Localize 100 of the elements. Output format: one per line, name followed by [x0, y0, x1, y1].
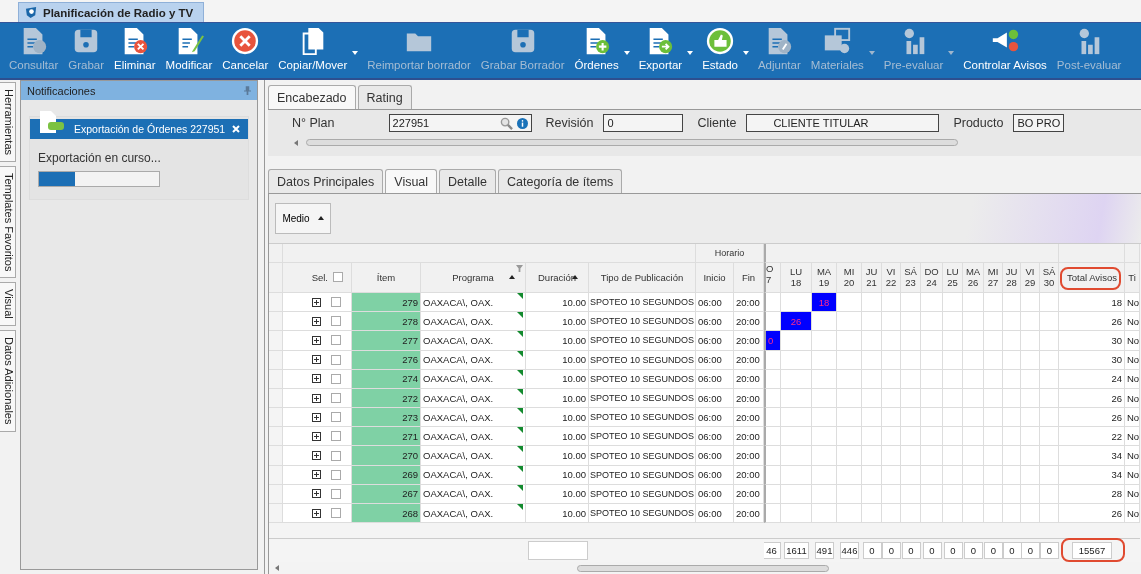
- column-header[interactable]: Total Avisos: [1067, 272, 1117, 283]
- input-field[interactable]: CLIENTE TITULAR: [746, 114, 940, 132]
- side-tab[interactable]: Templates Favoritos: [0, 166, 16, 279]
- group-by-button[interactable]: Medio: [275, 203, 331, 234]
- expand-icon[interactable]: [312, 374, 321, 384]
- expand-icon[interactable]: [312, 470, 321, 480]
- expand-icon[interactable]: [312, 355, 321, 365]
- pin-icon[interactable]: [244, 86, 251, 95]
- checkbox[interactable]: [331, 469, 341, 480]
- table-cell: [943, 484, 963, 505]
- scrollbar-thumb[interactable]: [306, 139, 958, 146]
- toolbar-button[interactable]: Exportar: [633, 23, 688, 71]
- scroll-left-icon[interactable]: [275, 565, 279, 572]
- row-header[interactable]: [269, 350, 283, 370]
- toolbar-button[interactable]: Cancelar: [217, 23, 274, 71]
- table-cell: [837, 408, 862, 428]
- tab[interactable]: Encabezado: [268, 85, 356, 109]
- scroll-left-icon[interactable]: [294, 139, 298, 146]
- table-cell: [963, 504, 984, 524]
- expand-icon[interactable]: [312, 431, 321, 441]
- table-cell: 30: [1059, 331, 1125, 351]
- row-header[interactable]: [269, 312, 283, 332]
- column-header[interactable]: Inicio: [696, 263, 734, 293]
- table-cell: [1003, 504, 1021, 524]
- caret-icon[interactable]: [687, 51, 694, 55]
- input-field[interactable]: BO PRO: [1013, 114, 1065, 132]
- summary-cell: 0: [862, 541, 882, 559]
- side-tab[interactable]: Herramientas: [0, 82, 16, 163]
- table-cell: OAXACA\, OAX.: [421, 446, 526, 466]
- caret-icon[interactable]: [623, 51, 630, 55]
- expand-icon[interactable]: [312, 316, 321, 326]
- row-header[interactable]: [269, 465, 283, 485]
- row-header[interactable]: [269, 388, 283, 409]
- toolbar-button[interactable]: Modificar: [160, 23, 218, 71]
- row-header[interactable]: [269, 504, 283, 524]
- day-header: SÁ 30: [1040, 263, 1059, 293]
- checkbox[interactable]: [331, 316, 341, 327]
- row-header[interactable]: [269, 369, 283, 389]
- table-cell: [921, 504, 943, 524]
- search-icon[interactable]: [499, 116, 513, 130]
- tab[interactable]: Visual: [385, 169, 438, 193]
- side-tab[interactable]: Datos Adicionales: [0, 330, 16, 432]
- row-header[interactable]: [269, 446, 283, 466]
- checkbox[interactable]: [331, 335, 341, 346]
- column-header[interactable]: Duración: [526, 263, 589, 293]
- toolbar-button[interactable]: Copiar/Mover: [273, 23, 353, 71]
- toolbar-button[interactable]: Eliminar: [109, 23, 161, 71]
- input-field[interactable]: 0: [603, 114, 684, 132]
- checkbox[interactable]: [331, 431, 341, 442]
- checkbox[interactable]: [331, 354, 341, 365]
- row-header[interactable]: [269, 408, 283, 428]
- table-cell: SPOTEO 10 SEGUNDOS: [589, 504, 696, 524]
- column-header[interactable]: Programa: [421, 263, 526, 293]
- tab[interactable]: Categoría de ítems: [498, 169, 623, 193]
- caret-icon[interactable]: [352, 51, 359, 55]
- side-tab[interactable]: Visual: [0, 282, 16, 327]
- scrollbar-thumb[interactable]: [577, 564, 829, 572]
- row-header[interactable]: [269, 293, 283, 313]
- thumbs-up-icon: [705, 26, 736, 56]
- toolbar-button[interactable]: Órdenes: [569, 23, 624, 71]
- tab[interactable]: Rating: [357, 85, 412, 109]
- column-header: Sel.: [311, 272, 328, 283]
- checkbox[interactable]: [331, 393, 341, 403]
- checkbox[interactable]: [331, 373, 341, 384]
- expand-icon[interactable]: [312, 489, 321, 499]
- close-icon[interactable]: [232, 125, 240, 133]
- app-tab[interactable]: Planificación de Radio y TV: [18, 2, 205, 22]
- row-header[interactable]: [269, 331, 283, 351]
- checkbox[interactable]: [331, 412, 341, 423]
- toolbar-button[interactable]: Controlar Avisos: [958, 23, 1052, 71]
- caret-icon[interactable]: [742, 51, 749, 55]
- checkbox[interactable]: [331, 488, 341, 499]
- table-cell: [1021, 312, 1040, 332]
- toolbar-button[interactable]: Estado: [697, 23, 743, 71]
- checkbox[interactable]: [331, 450, 341, 461]
- expand-icon[interactable]: [312, 335, 321, 345]
- table-cell: [1003, 484, 1021, 505]
- table-cell: [781, 331, 812, 351]
- checkbox[interactable]: [331, 508, 341, 519]
- tab[interactable]: Detalle: [439, 169, 496, 193]
- info-icon[interactable]: [516, 117, 528, 129]
- expand-icon[interactable]: [312, 412, 321, 422]
- row-header[interactable]: [269, 427, 283, 447]
- checkbox[interactable]: [331, 297, 341, 308]
- column-header[interactable]: Tipo de Publicación: [589, 263, 696, 293]
- table-cell: [1040, 312, 1059, 332]
- table-cell: [901, 331, 921, 351]
- column-header[interactable]: Fin: [734, 263, 764, 293]
- table-cell: 06:00: [696, 465, 734, 485]
- expand-icon[interactable]: [312, 508, 321, 518]
- input-field[interactable]: 227951: [388, 114, 532, 132]
- row-header[interactable]: [269, 484, 283, 505]
- tab[interactable]: Datos Principales: [268, 169, 384, 193]
- checkbox[interactable]: [333, 272, 343, 283]
- expand-icon[interactable]: [312, 297, 321, 307]
- column-header[interactable]: Ítem: [352, 263, 421, 293]
- filter-icon[interactable]: [516, 265, 523, 272]
- expand-icon[interactable]: [312, 451, 321, 461]
- expand-icon[interactable]: [312, 393, 321, 403]
- table-cell: [1040, 331, 1059, 351]
